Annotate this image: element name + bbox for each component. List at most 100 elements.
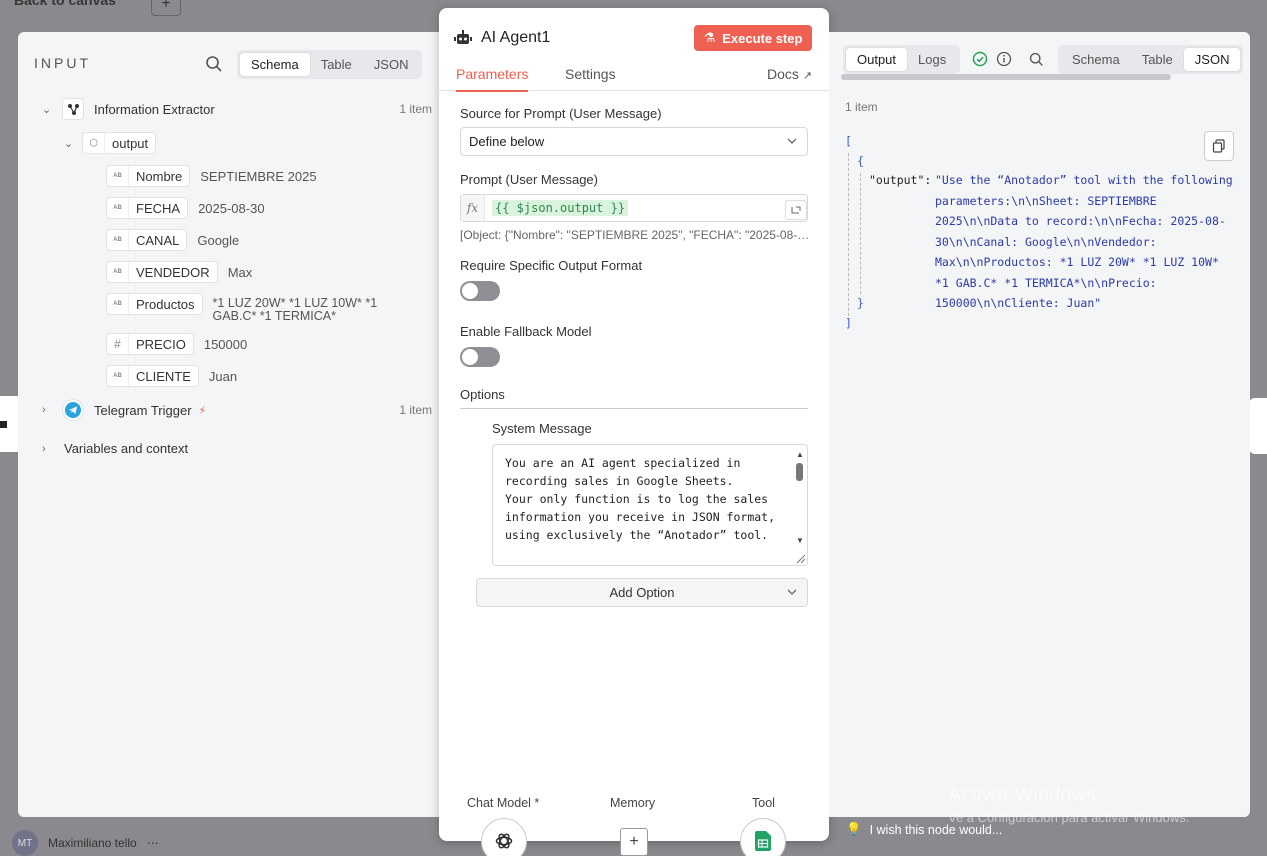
resize-handle-icon[interactable]	[794, 552, 806, 564]
chat-model-label: Chat Model *	[467, 796, 540, 810]
node-tabs: Parameters Settings Docs ↗	[439, 65, 829, 92]
docs-link[interactable]: Docs ↗	[767, 66, 812, 82]
execute-step-label: Execute step	[722, 30, 803, 46]
prompt-expression[interactable]: {{ $json.output }}	[492, 200, 629, 216]
tree-node-label: Information Extractor	[94, 101, 215, 117]
item-count: 1 item	[399, 403, 432, 417]
output-view-table-tab[interactable]: Table	[1131, 48, 1184, 71]
scroll-down-icon[interactable]: ▼	[796, 536, 804, 545]
variables-and-context[interactable]: › Variables and context	[42, 441, 188, 456]
openai-icon[interactable]	[481, 818, 527, 856]
json-indent-guide	[860, 173, 861, 294]
flask-icon: ⚗	[703, 30, 716, 45]
prompt-label: Prompt (User Message)	[460, 172, 598, 187]
chevron-down-icon	[787, 589, 797, 595]
user-menu[interactable]: MT Maximiliano tello ⋯	[12, 830, 159, 856]
field-value: 150000	[203, 337, 248, 352]
require-format-toggle[interactable]	[460, 281, 500, 301]
google-sheets-icon[interactable]	[740, 818, 786, 856]
field-value: Google	[197, 233, 240, 248]
tab-settings[interactable]: Settings	[565, 66, 616, 90]
field-name: CLIENTE	[136, 368, 191, 384]
field-row-canal[interactable]: AB CANAL Google	[106, 229, 239, 253]
field-row-vendedor[interactable]: AB VENDEDOR Max	[106, 261, 252, 285]
tree-node-output[interactable]: ⌄ ⬡ output	[64, 132, 157, 154]
require-format-label: Require Specific Output Format	[460, 258, 643, 273]
success-check-icon	[972, 51, 988, 67]
string-type-icon: AB	[107, 230, 129, 250]
item-count: 1 item	[399, 102, 432, 116]
tab-parameters[interactable]: Parameters	[456, 66, 529, 92]
tree-node-information-extractor[interactable]: ⌄ Information Extractor 1 item	[42, 98, 432, 120]
input-view-table-tab[interactable]: Table	[310, 53, 363, 76]
tree-node-label: Telegram Trigger	[94, 402, 192, 418]
watermark-title: Activar Windows	[948, 784, 1096, 806]
field-name: Nombre	[136, 168, 183, 184]
field-name: VENDEDOR	[136, 264, 210, 280]
prompt-expression-field[interactable]: fx {{ $json.output }}	[460, 194, 808, 222]
tab-logs[interactable]: Logs	[907, 48, 957, 71]
tree-node-telegram-trigger[interactable]: › Telegram Trigger ⚡ 1 item	[42, 399, 432, 421]
field-pill: AB Nombre	[106, 165, 191, 187]
field-row-productos[interactable]: AB Productos *1 LUZ 20W* *1 LUZ 10W* *1 G…	[106, 293, 403, 323]
tab-output[interactable]: Output	[846, 48, 908, 71]
output-tabs: Output Logs	[843, 45, 961, 74]
input-view-schema-tab[interactable]: Schema	[240, 53, 310, 76]
system-message-text[interactable]: You are an AI agent specialized in recor…	[505, 454, 795, 565]
search-icon[interactable]	[204, 54, 224, 74]
external-link-icon: ↗	[802, 70, 812, 82]
textarea-scrollbar[interactable]: ▲ ▼	[793, 445, 807, 565]
input-panel-title: INPUT	[34, 55, 91, 71]
horizontal-scrollbar[interactable]	[841, 74, 1171, 80]
tool-label: Tool	[752, 796, 775, 810]
object-icon: ⬡	[83, 133, 105, 153]
execute-step-button[interactable]: ⚗ Execute step	[694, 25, 812, 51]
output-view-json-tab[interactable]: JSON	[1183, 48, 1241, 71]
field-row-fecha[interactable]: AB FECHA 2025-08-30	[106, 197, 265, 221]
info-icon[interactable]	[996, 51, 1012, 67]
field-value: *1 LUZ 20W* *1 LUZ 10W* *1 GAB.C* *1 TER…	[212, 296, 378, 323]
trigger-bolt-icon: ⚡	[198, 404, 207, 417]
source-select[interactable]: Define below	[460, 127, 808, 156]
add-node-button[interactable]: +	[151, 0, 181, 16]
scroll-thumb[interactable]	[796, 463, 803, 481]
chevron-down-icon: ⌄	[42, 103, 52, 116]
right-connector-handle	[1249, 398, 1267, 454]
memory-label: Memory	[610, 796, 656, 810]
more-icon[interactable]: ⋯	[147, 836, 159, 850]
field-row-cliente[interactable]: AB CLIENTE Juan	[106, 365, 237, 389]
telegram-icon	[62, 399, 84, 421]
windows-activation-watermark: Activar Windows Ve a Configuración para …	[948, 784, 1189, 825]
field-row-nombre[interactable]: AB Nombre SEPTIEMBRE 2025	[106, 165, 317, 189]
fallback-label: Enable Fallback Model	[460, 324, 592, 339]
json-open-brace: {	[857, 154, 864, 168]
copy-icon[interactable]	[1204, 131, 1234, 161]
search-icon[interactable]	[1028, 51, 1045, 68]
field-pill: # PRECIO	[106, 333, 194, 355]
field-value: Max	[227, 265, 253, 280]
field-pill: AB FECHA	[106, 197, 189, 219]
add-option-label: Add Option	[609, 585, 675, 600]
node-title[interactable]: AI Agent1	[481, 29, 550, 47]
scroll-up-icon[interactable]: ▲	[796, 450, 804, 459]
input-view-json-tab[interactable]: JSON	[363, 53, 420, 76]
variables-label: Variables and context	[64, 441, 189, 456]
node-header: AI Agent1	[454, 29, 550, 47]
back-to-canvas-link[interactable]: Back to canvas	[14, 0, 116, 8]
watermark-subtitle: Ve a Configuración para activar Windows.	[948, 810, 1190, 825]
chevron-down-icon: ⌄	[64, 137, 74, 150]
output-view-schema-tab[interactable]: Schema	[1061, 48, 1131, 71]
json-indent-guide	[848, 153, 849, 316]
node-settings-panel: AI Agent1 ⚗ Execute step Parameters Sett…	[439, 8, 829, 856]
options-heading: Options	[460, 387, 808, 409]
field-name: FECHA	[136, 200, 181, 216]
number-type-icon: #	[107, 334, 129, 354]
extractor-node-icon	[62, 98, 84, 120]
system-message-textarea[interactable]: You are an AI agent specialized in recor…	[492, 444, 808, 566]
fallback-toggle[interactable]	[460, 347, 500, 367]
field-row-precio[interactable]: # PRECIO 150000	[106, 333, 247, 357]
expand-editor-icon[interactable]	[785, 200, 807, 220]
input-panel: INPUT Schema Table JSON ⌄ Information Ex…	[18, 32, 440, 817]
add-option-button[interactable]: Add Option	[476, 578, 808, 607]
add-memory-plus-icon[interactable]: +	[620, 828, 648, 856]
